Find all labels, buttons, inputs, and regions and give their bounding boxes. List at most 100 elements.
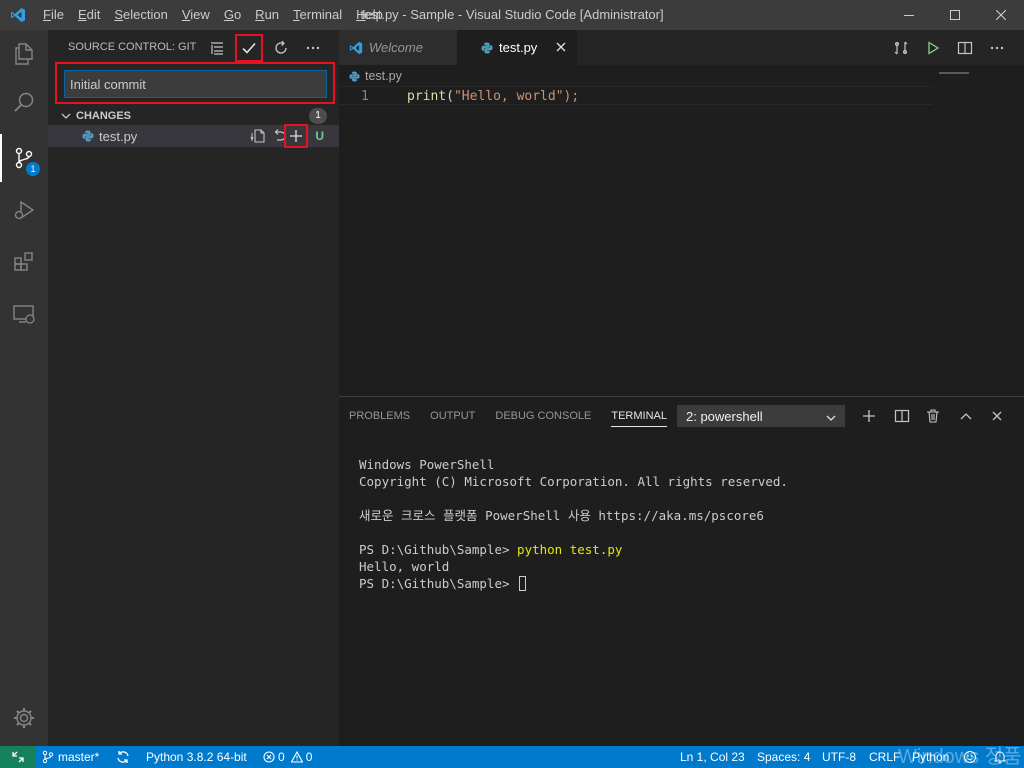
extensions-icon[interactable]: [0, 238, 48, 286]
terminal-select-value: 2: powershell: [686, 409, 763, 424]
tab-debug-console[interactable]: DEBUG CONSOLE: [485, 397, 601, 435]
terminal-line: Windows PowerShell: [359, 457, 495, 472]
terminal-prompt: PS D:\Github\Sample>: [359, 576, 518, 591]
code-paren-token: (: [446, 89, 454, 104]
warning-icon: [290, 751, 303, 763]
maximize-button[interactable]: [932, 0, 978, 30]
close-panel-icon[interactable]: [985, 404, 1009, 428]
source-control-badge: 1: [26, 162, 40, 176]
tab-welcome[interactable]: Welcome: [339, 30, 457, 65]
terminal-prompt: PS D:\Github\Sample>: [359, 542, 518, 557]
warning-count: 0: [305, 750, 313, 764]
status-bar: master* Python 3.8.2 64-bit 0 0 Ln 1, Co…: [0, 746, 1024, 768]
chevron-down-icon: [60, 110, 72, 122]
tab-terminal[interactable]: TERMINAL: [601, 397, 677, 435]
terminal-line: Hello, world: [359, 559, 450, 574]
source-control-header: SOURCE CONTROL: GIT: [48, 30, 339, 65]
code-string-token: "Hello, world": [453, 89, 564, 104]
tab-test-py[interactable]: test.py: [457, 30, 577, 65]
gear-icon[interactable]: [0, 694, 48, 742]
title-bar: File Edit Selection View Go Run Terminal…: [0, 0, 1024, 30]
python-file-icon: [349, 70, 360, 82]
error-icon: [263, 751, 275, 763]
vscode-logo-icon: [349, 41, 363, 55]
new-terminal-icon[interactable]: [857, 404, 881, 428]
menu-terminal[interactable]: Terminal: [286, 0, 349, 30]
breadcrumb-file: test.py: [365, 69, 402, 83]
terminal-select[interactable]: 2: powershell: [677, 405, 845, 427]
run-python-file-icon[interactable]: [921, 36, 945, 60]
changes-count-badge: 1: [309, 108, 327, 124]
sync-icon[interactable]: [116, 746, 130, 768]
explorer-icon[interactable]: [0, 30, 48, 78]
language-mode[interactable]: Python: [912, 746, 949, 768]
changed-file-row[interactable]: test.py U: [48, 124, 339, 148]
menu-edit[interactable]: Edit: [71, 0, 107, 30]
code-function-token: print: [407, 89, 447, 104]
search-icon[interactable]: [0, 78, 48, 126]
encoding-status[interactable]: UTF-8: [822, 746, 856, 768]
minimize-button[interactable]: [886, 0, 932, 30]
remote-explorer-icon[interactable]: [0, 290, 48, 338]
terminal-line: Copyright (C) Microsoft Corporation. All…: [359, 474, 788, 489]
window-controls: [886, 0, 1024, 30]
commit-message-input[interactable]: [64, 70, 327, 98]
terminal-output[interactable]: Windows PowerShell Copyright (C) Microsof…: [359, 439, 1009, 626]
changes-section-header[interactable]: CHANGES 1: [48, 105, 339, 127]
trash-icon[interactable]: [921, 404, 945, 428]
commit-checkmark-button[interactable]: [235, 34, 263, 62]
line-number: 1: [361, 89, 369, 104]
open-file-icon[interactable]: [248, 126, 268, 146]
activity-bar: 1: [0, 30, 48, 746]
run-debug-icon[interactable]: [0, 186, 48, 234]
close-window-button[interactable]: [978, 0, 1024, 30]
terminal-line: 새로운 크로스 플랫폼 PowerShell 사용 https://aka.ms…: [359, 508, 764, 523]
code-text: print("Hello, world");: [407, 87, 579, 106]
source-control-title: SOURCE CONTROL: GIT: [68, 41, 197, 53]
branch-status[interactable]: master*: [42, 746, 99, 768]
menu-bar: File Edit Selection View Go Run Terminal…: [36, 0, 390, 30]
more-actions-icon[interactable]: [301, 36, 325, 60]
stage-changes-button[interactable]: [284, 124, 308, 148]
chevron-down-icon: [824, 410, 838, 431]
split-terminal-icon[interactable]: [890, 404, 914, 428]
source-control-icon[interactable]: 1: [0, 134, 48, 182]
menu-help[interactable]: Help: [349, 0, 390, 30]
close-icon[interactable]: [553, 39, 569, 58]
remote-indicator-icon[interactable]: [0, 746, 36, 768]
tab-output[interactable]: OUTPUT: [420, 397, 485, 435]
code-line[interactable]: 1 print("Hello, world");: [339, 86, 933, 105]
view-as-tree-icon[interactable]: [205, 36, 229, 60]
python-interpreter[interactable]: Python 3.8.2 64-bit: [146, 746, 247, 768]
indentation-status[interactable]: Spaces: 4: [757, 746, 810, 768]
changes-label: CHANGES: [76, 110, 132, 122]
menu-selection[interactable]: Selection: [107, 0, 174, 30]
open-changes-icon[interactable]: [889, 36, 913, 60]
changed-file-name: test.py: [99, 128, 138, 144]
split-editor-icon[interactable]: [953, 36, 977, 60]
branch-name: master*: [58, 750, 100, 764]
bottom-panel: PROBLEMS OUTPUT DEBUG CONSOLE TERMINAL 2…: [339, 396, 1024, 746]
source-control-sidebar: SOURCE CONTROL: GIT CHANGES 1 test.py: [48, 30, 339, 746]
menu-file[interactable]: File: [36, 0, 71, 30]
menu-go[interactable]: Go: [217, 0, 248, 30]
problems-status[interactable]: 0 0: [263, 746, 312, 768]
refresh-icon[interactable]: [269, 36, 293, 60]
menu-run[interactable]: Run: [248, 0, 286, 30]
branch-icon: [42, 750, 54, 764]
panel-tabs: PROBLEMS OUTPUT DEBUG CONSOLE TERMINAL: [339, 397, 677, 435]
eol-status[interactable]: CRLF: [869, 746, 900, 768]
bell-icon[interactable]: [993, 746, 1007, 768]
menu-view[interactable]: View: [175, 0, 217, 30]
minimap[interactable]: [939, 72, 969, 74]
terminal-command-line: PS D:\Github\Sample> python test.py: [359, 541, 1009, 558]
more-actions-icon[interactable]: [985, 36, 1009, 60]
tab-problems[interactable]: PROBLEMS: [339, 397, 420, 435]
feedback-icon[interactable]: [963, 746, 977, 768]
breadcrumb[interactable]: test.py: [349, 66, 402, 86]
cursor-position[interactable]: Ln 1, Col 23: [680, 746, 745, 768]
untracked-status-badge: U: [315, 129, 324, 143]
maximize-panel-icon[interactable]: [954, 404, 978, 428]
